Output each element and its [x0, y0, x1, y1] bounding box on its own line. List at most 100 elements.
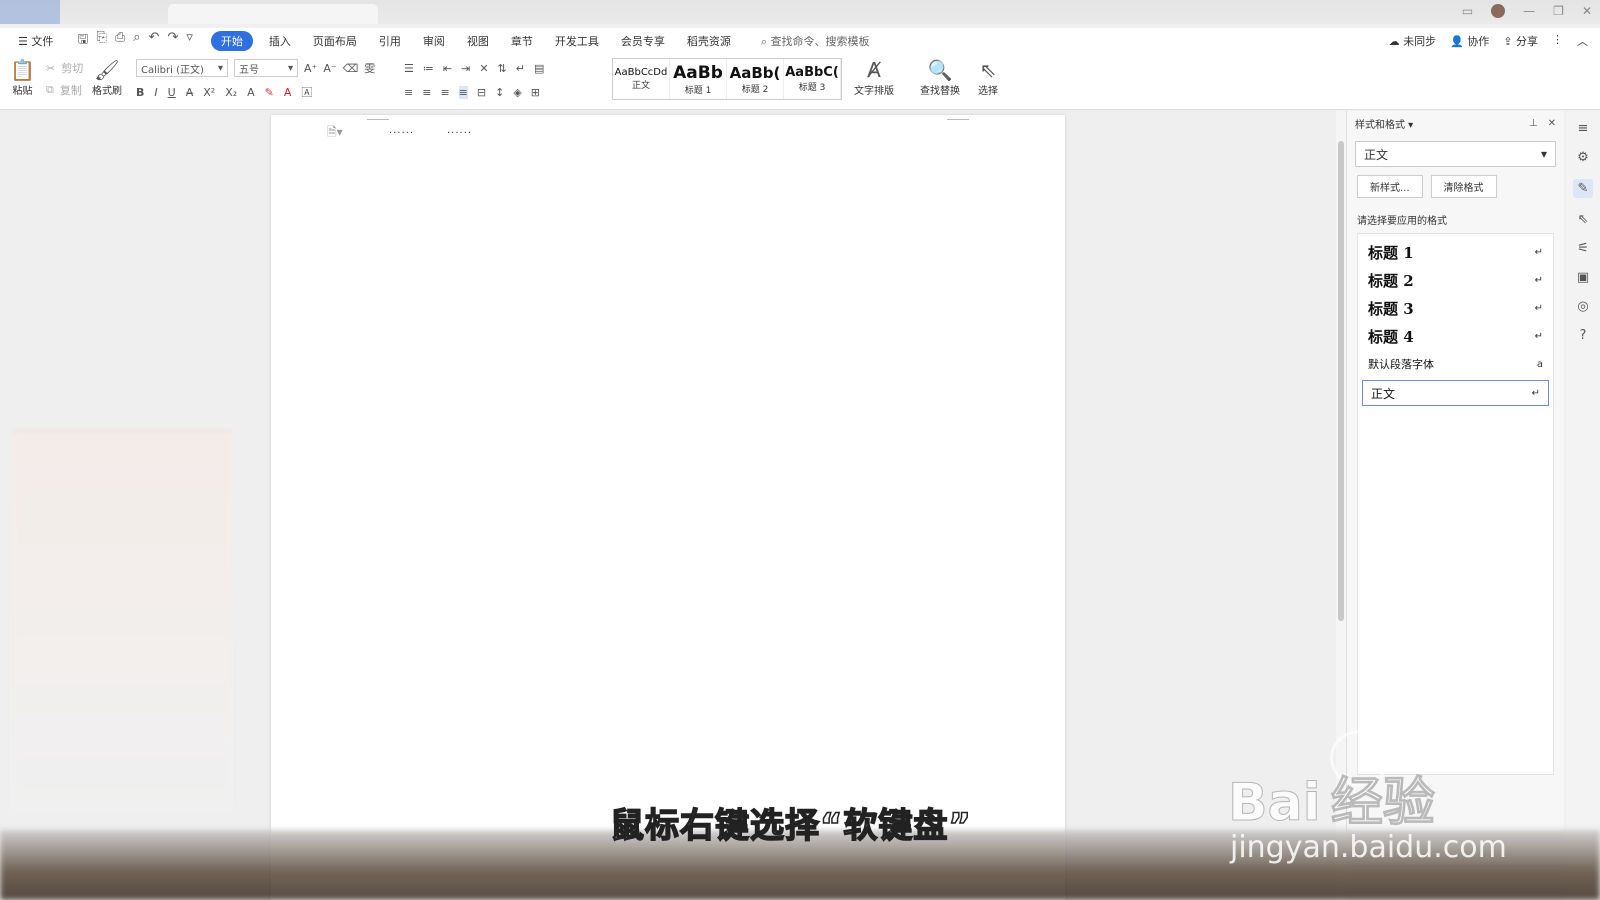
style-name: 正文 — [1371, 386, 1396, 401]
sort-icon[interactable]: ⇅ — [498, 62, 507, 75]
undo-icon[interactable]: ↶ — [149, 30, 160, 52]
pointer-icon[interactable]: ⇖ — [1578, 212, 1589, 227]
eraser-icon[interactable]: ⌫ — [343, 62, 359, 75]
paragraph-handle-icon[interactable]: 🗎▾ — [327, 123, 343, 144]
line-spacing-icon[interactable]: ↕ — [495, 86, 504, 99]
restore-icon[interactable]: ❐ — [1553, 4, 1564, 18]
layout-icon[interactable]: ▭ — [1462, 4, 1473, 18]
text-layout-button[interactable]: Ⱥ 文字排版 — [854, 58, 894, 97]
borders-icon[interactable]: ⊞ — [531, 86, 540, 99]
paste-button[interactable]: 📋 粘贴 — [10, 58, 35, 97]
sync-button[interactable]: ☁ 未同步 — [1389, 33, 1437, 49]
bullet-list-icon[interactable]: ☰ — [404, 62, 414, 75]
list-item[interactable]: 标题 2 ↵ — [1360, 266, 1551, 294]
style-heading-3[interactable]: AaBbC( 标题 3 — [784, 59, 841, 99]
tab-home[interactable]: 开始 — [210, 31, 253, 51]
redo-icon[interactable]: ↷ — [167, 30, 178, 52]
edit-icon[interactable]: ✎ — [1572, 179, 1594, 198]
shrink-font-icon[interactable]: A⁻ — [323, 62, 336, 75]
home-tab[interactable] — [0, 0, 60, 24]
tab-view[interactable]: 视图 — [461, 31, 495, 51]
align-center-icon[interactable]: ≡ — [422, 86, 431, 99]
list-item[interactable]: 标题 3 ↵ — [1360, 294, 1551, 322]
image-icon[interactable]: ▣ — [1577, 270, 1589, 285]
tab-page-layout[interactable]: 页面布局 — [307, 31, 363, 51]
file-menu[interactable]: ☰ 文件 — [12, 31, 59, 51]
navigation-icon[interactable]: ◎ — [1577, 299, 1588, 314]
style-icon[interactable]: ⚙ — [1577, 150, 1589, 165]
print-icon[interactable]: ⎙ — [115, 30, 125, 52]
superscript-icon[interactable]: X² — [203, 86, 215, 99]
find-replace-button[interactable]: 🔍 查找替换 — [920, 58, 960, 97]
tab-review[interactable]: 审阅 — [417, 31, 451, 51]
list-item[interactable]: 标题 1 ↵ — [1360, 238, 1551, 266]
highlight-icon[interactable]: ✎ — [265, 86, 274, 99]
style-heading-2[interactable]: AaBb( 标题 2 — [727, 59, 784, 99]
style-heading-1[interactable]: AaBb 标题 1 — [670, 59, 727, 99]
underline-icon[interactable]: U — [168, 86, 176, 99]
char-border-icon[interactable]: 🄰 — [301, 84, 312, 100]
current-style-select[interactable]: 正文 ▾ — [1355, 141, 1556, 167]
blurred-overlay — [12, 431, 232, 811]
chevron-down-icon: ▾ — [217, 62, 223, 74]
italic-icon[interactable]: I — [154, 86, 157, 99]
shading-icon[interactable]: ◈ — [513, 86, 521, 99]
increase-indent-icon[interactable]: ⇥ — [461, 62, 470, 75]
bold-icon[interactable]: B — [136, 86, 144, 99]
clear-format-button[interactable]: 清除格式 — [1430, 175, 1497, 198]
copy-button[interactable]: 复制 — [60, 82, 82, 98]
new-style-button[interactable]: 新样式... — [1357, 175, 1423, 198]
format-painter-button[interactable]: 🖌 格式刷 — [92, 58, 122, 97]
minimize-icon[interactable]: — — [1523, 4, 1535, 18]
align-left-icon[interactable]: ≡ — [404, 86, 413, 99]
decrease-indent-icon[interactable]: ⇤ — [443, 62, 452, 75]
list-item[interactable]: 标题 4 ↵ — [1360, 322, 1551, 350]
collapse-ribbon-icon[interactable]: ︿ — [1577, 33, 1588, 49]
command-search[interactable]: ⌕ 查找命令、搜索模板 — [761, 33, 870, 49]
customize-icon[interactable]: ▿ — [186, 30, 193, 52]
tab-chapter[interactable]: 章节 — [505, 31, 539, 51]
font-color-icon[interactable]: A — [284, 86, 292, 99]
table-lines-icon[interactable]: ▤ — [534, 62, 544, 75]
export-icon[interactable]: ⎘ — [96, 30, 106, 52]
tab-docer[interactable]: 稻壳资源 — [681, 31, 737, 51]
document-page[interactable]: 🗎▾ ...... ...... — [271, 115, 1065, 900]
help-icon[interactable]: ? — [1580, 328, 1587, 343]
phonetic-icon[interactable]: 雯 — [364, 60, 375, 76]
tab-references[interactable]: 引用 — [373, 31, 407, 51]
menu-lines-icon[interactable]: ≡ — [1578, 121, 1589, 136]
select-button[interactable]: ⇖ 选择 — [978, 58, 998, 97]
font-name-select[interactable]: Calibri (正文) ▾ — [136, 59, 228, 77]
chinese-layout-icon[interactable]: ✕ — [479, 62, 488, 75]
more-icon[interactable]: ⋮ — [1552, 33, 1563, 49]
text-effect-icon[interactable]: A — [247, 86, 255, 99]
subscript-icon[interactable]: X₂ — [225, 86, 237, 99]
save-icon[interactable]: 🖫 — [77, 30, 88, 52]
strikethrough-icon[interactable]: A̶ — [186, 86, 194, 99]
pin-icon[interactable]: ⊥ — [1529, 118, 1538, 129]
list-item-selected[interactable]: 正文 ↵ — [1362, 380, 1549, 406]
tab-member[interactable]: 会员专享 — [615, 31, 671, 51]
show-marks-icon[interactable]: ↵ — [516, 62, 525, 75]
avatar[interactable] — [1491, 4, 1506, 18]
share-button[interactable]: ⇪ 分享 — [1503, 33, 1538, 49]
document-tab[interactable] — [168, 4, 378, 24]
tab-developer[interactable]: 开发工具 — [549, 31, 605, 51]
style-normal[interactable]: AaBbCcDd 正文 — [613, 59, 670, 99]
align-right-icon[interactable]: ≡ — [440, 86, 449, 99]
collab-button[interactable]: 👤 协作 — [1450, 33, 1489, 49]
print-preview-icon[interactable]: ⌕ — [133, 30, 140, 52]
scrollbar-thumb[interactable] — [1338, 141, 1344, 621]
cut-button[interactable]: 剪切 — [61, 60, 83, 76]
close-window-icon[interactable]: ✕ — [1582, 4, 1592, 18]
font-size-select[interactable]: 五号 ▾ — [234, 59, 298, 77]
numbered-list-icon[interactable]: ≔ — [423, 62, 434, 75]
list-item[interactable]: 默认段落字体 a — [1360, 350, 1551, 378]
settings-icon[interactable]: ⚟ — [1577, 241, 1589, 256]
grow-font-icon[interactable]: A⁺ — [304, 62, 317, 75]
tab-insert[interactable]: 插入 — [263, 31, 297, 51]
panel-title[interactable]: 样式和格式 ▾ — [1355, 116, 1413, 131]
close-icon[interactable]: ✕ — [1548, 118, 1556, 129]
justify-icon[interactable]: ≡ — [458, 85, 468, 99]
distribute-icon[interactable]: ⊟ — [477, 86, 486, 99]
